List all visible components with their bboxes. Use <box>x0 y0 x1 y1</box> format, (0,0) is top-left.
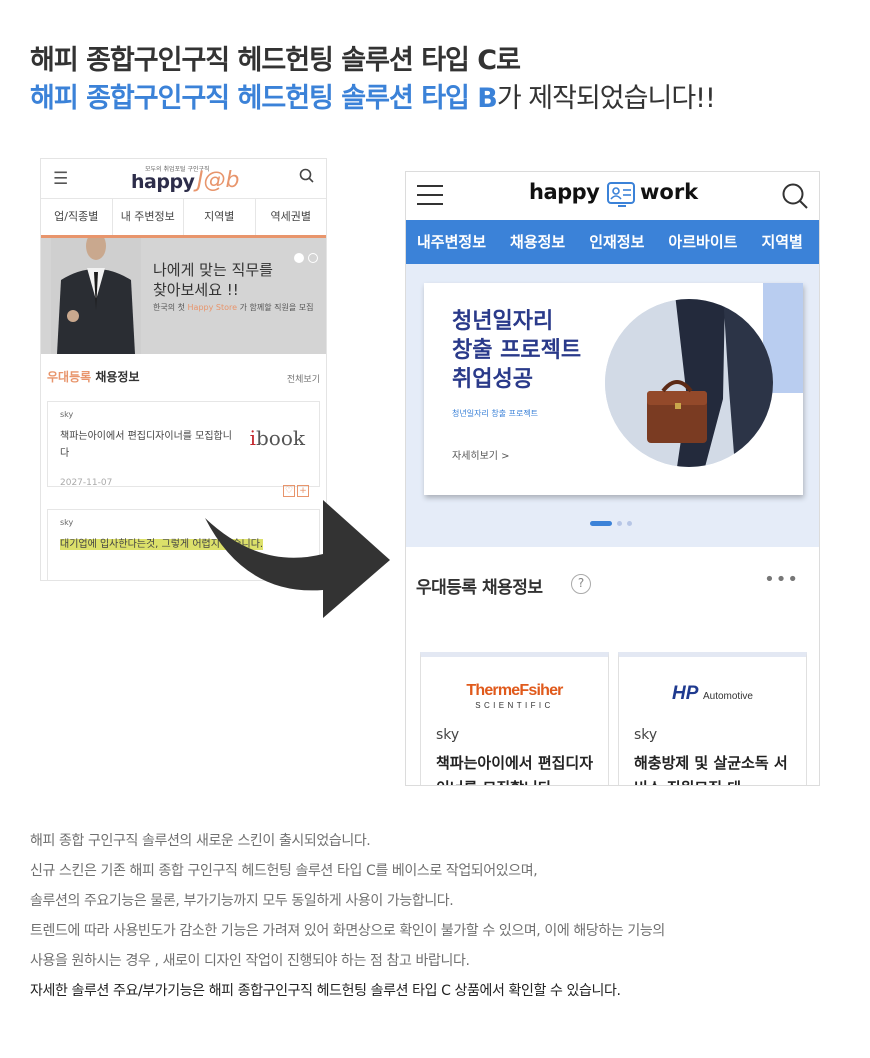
company-name: sky <box>60 518 74 527</box>
hero-pager <box>590 513 637 532</box>
new-skin-screenshot: happy work 내주변정보 채용정보 인재정보 아르바이트 지역별 청년일… <box>405 171 820 786</box>
arrow-right-icon <box>205 500 390 618</box>
ibook-logo-book: book <box>255 426 305 450</box>
help-icon[interactable]: ? <box>571 574 591 594</box>
banner-title-line-1: 나에게 맞는 직무를 <box>153 261 273 279</box>
company-name: sky <box>436 727 460 743</box>
old-header: ☰ 모두의 취업포털 구인구직 happy J@b <box>41 159 326 199</box>
search-icon[interactable] <box>298 167 316 189</box>
new-section-title: 우대등록 채용정보 <box>416 578 543 598</box>
pager-dot-active[interactable] <box>590 521 612 526</box>
description-line: 사용을 원하시는 경우 , 새로이 디자인 작업이 진행되야 하는 점 참고 바… <box>30 953 470 969</box>
hero-title: 청년일자리창출 프로젝트취업성공 <box>452 307 581 394</box>
logo-happy-text: happy <box>131 171 195 193</box>
section-title-rest: 채용정보 <box>91 370 140 384</box>
thermofisher-logo: ThermeFsiher SCIENTIFIC <box>421 683 608 713</box>
menu-icon[interactable] <box>417 185 443 205</box>
scrap-icon[interactable]: ♡ <box>283 485 295 497</box>
hp-automotive-logo: HP Automotive <box>619 683 806 705</box>
hero-more-link[interactable]: 자세히보기 > <box>452 447 510 462</box>
nav-parttime[interactable]: 아르바이트 <box>668 220 737 264</box>
plus-icon[interactable]: + <box>297 485 309 497</box>
headline-line-1: 해피 종합구인구직 헤드헌팅 솔루션 타입 C로 <box>30 45 521 76</box>
thermo-logo-main: ThermeFsiher <box>466 682 563 699</box>
old-section-title: 우대등록 채용정보 <box>47 368 140 385</box>
banner-sub-2: 가 함께할 직원을 모집 <box>237 303 314 312</box>
pager-dot[interactable] <box>308 253 318 263</box>
card-actions: ♡ + <box>281 478 309 497</box>
hero-area: 청년일자리창출 프로젝트취업성공 청년일자리 창출 프로젝트 자세히보기 > <box>406 264 819 547</box>
job-title: 책파는아이에서 편집디자이너를 모집합니다 <box>60 431 232 459</box>
job-title: 책파는아이에서 편집디자이너를 모집합니다 <box>436 754 594 785</box>
view-all-link[interactable]: 전체보기 <box>287 372 320 385</box>
pager-dot-active[interactable] <box>294 253 304 263</box>
pager-dot[interactable] <box>617 521 622 526</box>
old-tab-bar: 업/직종별 내 주변정보 지역별 역세권별 <box>41 199 326 238</box>
tab-industry[interactable]: 업/직종별 <box>41 199 113 235</box>
ibook-logo: ibook <box>250 426 305 450</box>
tab-station[interactable]: 역세권별 <box>256 199 327 235</box>
thermo-logo-sub: SCIENTIFIC <box>475 701 554 710</box>
briefcase-image <box>605 299 773 467</box>
nav-talent[interactable]: 인재정보 <box>589 220 644 264</box>
happy-job-logo[interactable]: 모두의 취업포털 구인구직 happy J@b <box>131 164 246 194</box>
menu-icon[interactable]: ☰ <box>53 169 68 189</box>
nav-region[interactable]: 지역별 <box>761 220 802 264</box>
banner-title-line-2: 찾아보세요 !! <box>153 281 239 299</box>
tab-region[interactable]: 지역별 <box>184 199 256 235</box>
headline-rest: 가 제작되었습니다!! <box>496 83 716 114</box>
hero-title-line-3: 취업성공 <box>452 367 533 392</box>
headline-highlight: 해피 종합구인구직 헤드헌팅 솔루션 타입 B <box>30 83 498 114</box>
description-line-emphasis: 자세한 솔루션 주요/부가기능은 해피 종합구인구직 헤드헌팅 솔루션 타입 C… <box>30 983 621 999</box>
banner-subtitle: 한국의 첫 Happy Store 가 함께할 직원을 모집 <box>153 302 313 313</box>
company-name: sky <box>634 727 658 743</box>
hero-banner[interactable]: 청년일자리창출 프로젝트취업성공 청년일자리 창출 프로젝트 자세히보기 > <box>424 283 803 495</box>
old-section-header: 우대등록 채용정보 전체보기 <box>41 354 326 400</box>
tab-nearby[interactable]: 내 주변정보 <box>113 199 184 235</box>
description-line: 솔루션의 주요기능은 물론, 부가기능까지 모두 동일하게 사용이 가능합니다. <box>30 893 454 909</box>
hero-title-line-2: 창출 프로젝트 <box>452 338 582 363</box>
banner-sub-highlight: Happy Store <box>187 303 238 312</box>
job-title: 해충방제 및 살균소독 서비스 직원모집 대… <box>634 754 788 785</box>
pager-dot[interactable] <box>627 521 632 526</box>
job-date: 2027-11-07 <box>60 478 113 488</box>
banner-sub-1: 한국의 첫 <box>153 303 188 312</box>
new-job-card[interactable]: ThermeFsiher SCIENTIFIC sky 책파는아이에서 편집디자이… <box>420 652 609 785</box>
more-dots-icon[interactable]: ••• <box>764 569 799 590</box>
new-nav-bar: 내주변정보 채용정보 인재정보 아르바이트 지역별 <box>406 220 819 264</box>
new-job-card[interactable]: HP Automotive sky 해충방제 및 살균소독 서비스 직원모집 대… <box>618 652 807 785</box>
id-card-icon <box>607 182 635 207</box>
description-line: 해피 종합 구인구직 솔루션의 새로운 스킨이 출시되었습니다. <box>30 833 371 849</box>
new-section-header: 우대등록 채용정보 ? ••• <box>406 547 819 637</box>
hp-logo-main: HP <box>671 683 698 704</box>
logo-job-text: J@b <box>197 168 240 193</box>
hp-logo-sub: Automotive <box>702 691 753 702</box>
hero-subtitle: 청년일자리 창출 프로젝트 <box>452 409 539 418</box>
search-icon[interactable] <box>781 182 809 214</box>
description: 해피 종합 구인구직 솔루션의 새로운 스킨이 출시되었습니다. 신규 스킨은 … <box>30 826 840 1006</box>
description-line: 신규 스킨은 기존 해피 종합 구인구직 헤드헌팅 솔루션 타입 C를 베이스로… <box>30 863 538 879</box>
nav-nearby[interactable]: 내주변정보 <box>417 220 486 264</box>
company-name: sky <box>60 410 74 419</box>
old-job-card[interactable]: sky 책파는아이에서 편집디자이너를 모집합니다 ibook 2027-11-… <box>47 401 320 497</box>
hero-title-line-1: 청년일자리 <box>452 309 554 334</box>
new-header: happy work <box>406 172 819 220</box>
description-line: 트렌드에 따라 사용빈도가 감소한 기능은 가려져 있어 화면상으로 확인이 불… <box>30 923 665 939</box>
banner-pager <box>290 248 318 267</box>
nav-jobs[interactable]: 채용정보 <box>510 220 565 264</box>
logo-work-text: work <box>640 180 699 204</box>
headline: 해피 종합구인구직 헤드헌팅 솔루션 타입 C로 해피 종합구인구직 헤드헌팅 … <box>30 42 716 118</box>
old-banner[interactable]: 나에게 맞는 직무를찾아보세요 !! 한국의 첫 Happy Store 가 함… <box>41 238 326 354</box>
section-title-highlight: 우대등록 <box>47 370 92 384</box>
banner-title: 나에게 맞는 직무를찾아보세요 !! <box>153 260 273 300</box>
logo-happy-text: happy <box>529 180 600 204</box>
businessman-image <box>51 238 141 354</box>
headline-line-2: 해피 종합구인구직 헤드헌팅 솔루션 타입 B가 제작되었습니다!! <box>30 80 716 118</box>
